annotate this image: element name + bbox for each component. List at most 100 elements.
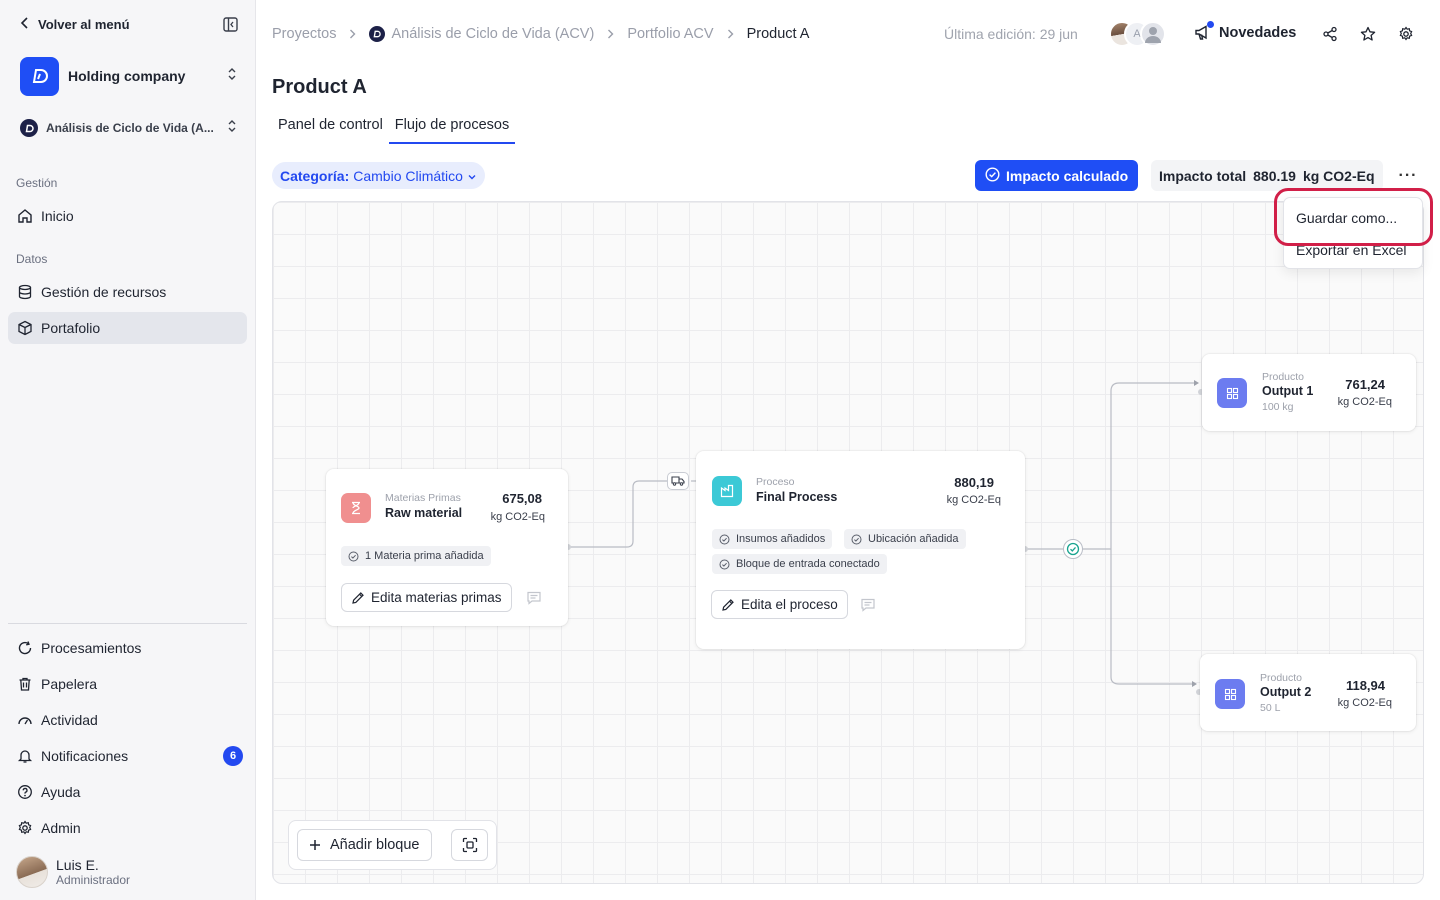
output-node-2[interactable]: Producto Output 2 50 L 118,94 kg CO2-Eq [1200,654,1416,731]
breadcrumb: Proyectos Análisis de Ciclo de Vida (ACV… [272,25,809,43]
fit-view-button[interactable] [451,829,488,861]
news-label: Novedades [1219,24,1297,41]
grid-icon [1215,679,1245,709]
project-switcher[interactable]: Análisis de Ciclo de Vida (A... [20,117,237,139]
sidebar-item-label: Admin [41,820,81,836]
company-logo-icon [20,56,59,96]
settings-button[interactable] [1397,25,1415,43]
last-edit-timestamp: Última edición: 29 jun [944,26,1078,42]
menu-item-export-excel[interactable]: Exportar en Excel [1296,242,1407,258]
add-block-button[interactable]: Añadir bloque [297,829,432,861]
sidebar-item-portafolio[interactable]: Portafolio [8,312,247,344]
total-impact-box: Impacto total 880.19 kg CO2-Eq [1151,160,1383,191]
share-button[interactable] [1321,25,1339,43]
chevron-right-icon [349,29,356,39]
user-profile[interactable]: Luis E. Administrador [16,856,130,888]
arrowhead-icon [1192,681,1197,687]
sidebar-item-label: Actividad [41,712,98,728]
tab-panel-de-control[interactable]: Panel de control [272,110,389,144]
section-label-gestion: Gestión [16,176,58,190]
tab-flujo-de-procesos[interactable]: Flujo de procesos [388,110,516,144]
check-circle-icon [851,534,862,544]
add-block-label: Añadir bloque [330,837,420,853]
menu-item-save-as[interactable]: Guardar como... [1296,210,1397,226]
sidebar-item-admin[interactable]: Admin [8,812,247,844]
sidebar-item-gestion-recursos[interactable]: Gestión de recursos [8,276,247,308]
more-options-button[interactable]: ··· [1396,164,1420,188]
sidebar-item-actividad[interactable]: Actividad [8,704,247,736]
comment-icon[interactable] [860,597,876,613]
share-icon [1323,26,1337,42]
node-impact-unit: kg CO2-Eq [490,511,545,523]
project-logo-icon [369,26,386,42]
project-logo-icon [20,119,38,137]
trash-icon [17,676,33,692]
process-node[interactable]: Proceso Final Process 880,19 kg CO2-Eq I… [696,451,1025,649]
impact-calculated-button[interactable]: Impacto calculado [975,160,1139,191]
raw-material-node[interactable]: Materias Primas Raw material 675,08 kg C… [326,469,568,626]
transport-link-button[interactable] [667,472,689,490]
node-quantity: 50 L [1260,702,1281,714]
fit-view-icon [462,837,477,853]
breadcrumb-item-current: Product A [746,26,810,42]
collaborator-avatars[interactable]: A [1109,21,1169,47]
pencil-icon [722,598,734,611]
truck-icon [671,476,685,486]
back-to-menu-link[interactable]: Volver al menú [20,17,130,32]
sidebar: Volver al menú Holding company Análisis … [0,0,256,900]
node-impact-value: 118,94 [1345,678,1385,693]
company-name: Holding company [68,68,186,84]
node-impact-unit: kg CO2-Eq [1337,396,1392,408]
status-chip: 1 Materia prima añadida [341,546,491,566]
sidebar-top-row: Volver al menú [20,14,239,34]
process-flow-canvas[interactable]: Materias Primas Raw material 675,08 kg C… [272,201,1424,884]
status-chip-label: 1 Materia prima añadida [365,550,484,562]
node-title: Final Process [756,490,838,504]
home-icon [17,208,33,224]
sidebar-item-ayuda[interactable]: Ayuda [8,776,247,808]
sidebar-item-inicio[interactable]: Inicio [8,200,247,232]
notifications-count-badge: 6 [223,746,243,766]
total-impact-unit: kg CO2-Eq [1302,167,1375,184]
comment-icon[interactable] [526,590,542,606]
plus-icon [310,840,320,850]
edit-raw-materials-label: Edita materias primas [371,590,502,605]
node-impact-unit: kg CO2-Eq [946,494,1001,506]
factory-icon [712,476,742,506]
collapse-sidebar-button[interactable] [221,15,239,33]
edit-raw-materials-button[interactable]: Edita materias primas [341,583,512,612]
status-chip-label: Bloque de entrada conectado [736,558,880,570]
breadcrumb-item-portfolio[interactable]: Portfolio ACV [627,26,713,42]
sidebar-item-procesamientos[interactable]: Procesamientos [8,632,247,664]
cube-icon [17,320,33,336]
user-name: Luis E. [56,857,99,873]
sidebar-item-label: Gestión de recursos [41,284,167,300]
sidebar-item-papelera[interactable]: Papelera [8,668,247,700]
news-button[interactable]: Novedades [1194,21,1297,41]
link-process-to-output-1 [1025,382,1197,550]
node-kicker: Producto [1260,672,1303,684]
chevron-down-icon [467,168,477,184]
sidebar-item-label: Portafolio [41,320,101,336]
node-impact-value: 675,08 [502,491,542,506]
output-node-1[interactable]: Producto Output 1 100 kg 761,24 kg CO2-E… [1202,354,1416,431]
node-title: Raw material [385,506,463,520]
breadcrumb-item-acv[interactable]: Análisis de Ciclo de Vida (ACV) [369,26,594,42]
favorite-button[interactable] [1359,25,1377,43]
star-icon [1360,26,1376,41]
status-chip: Insumos añadidos [712,529,833,549]
refresh-icon [17,640,33,656]
edit-process-button[interactable]: Edita el proceso [711,590,848,619]
breadcrumb-item-proyectos[interactable]: Proyectos [272,26,336,42]
category-filter-dropdown[interactable]: Categoría: Cambio Climático [272,162,485,189]
status-chip: Bloque de entrada conectado [712,554,887,574]
sidebar-item-notificaciones[interactable]: Notificaciones 6 [8,740,247,772]
status-chip: Ubicación añadida [844,529,966,549]
company-switcher[interactable]: Holding company [20,56,237,96]
node-kicker: Producto [1262,371,1305,383]
connection-status-button[interactable] [1063,539,1083,559]
sidebar-toggle-icon [222,16,238,32]
hourglass-icon [341,493,371,523]
status-chip-label: Ubicación añadida [868,533,959,545]
category-filter-label: Categoría: [280,167,350,184]
